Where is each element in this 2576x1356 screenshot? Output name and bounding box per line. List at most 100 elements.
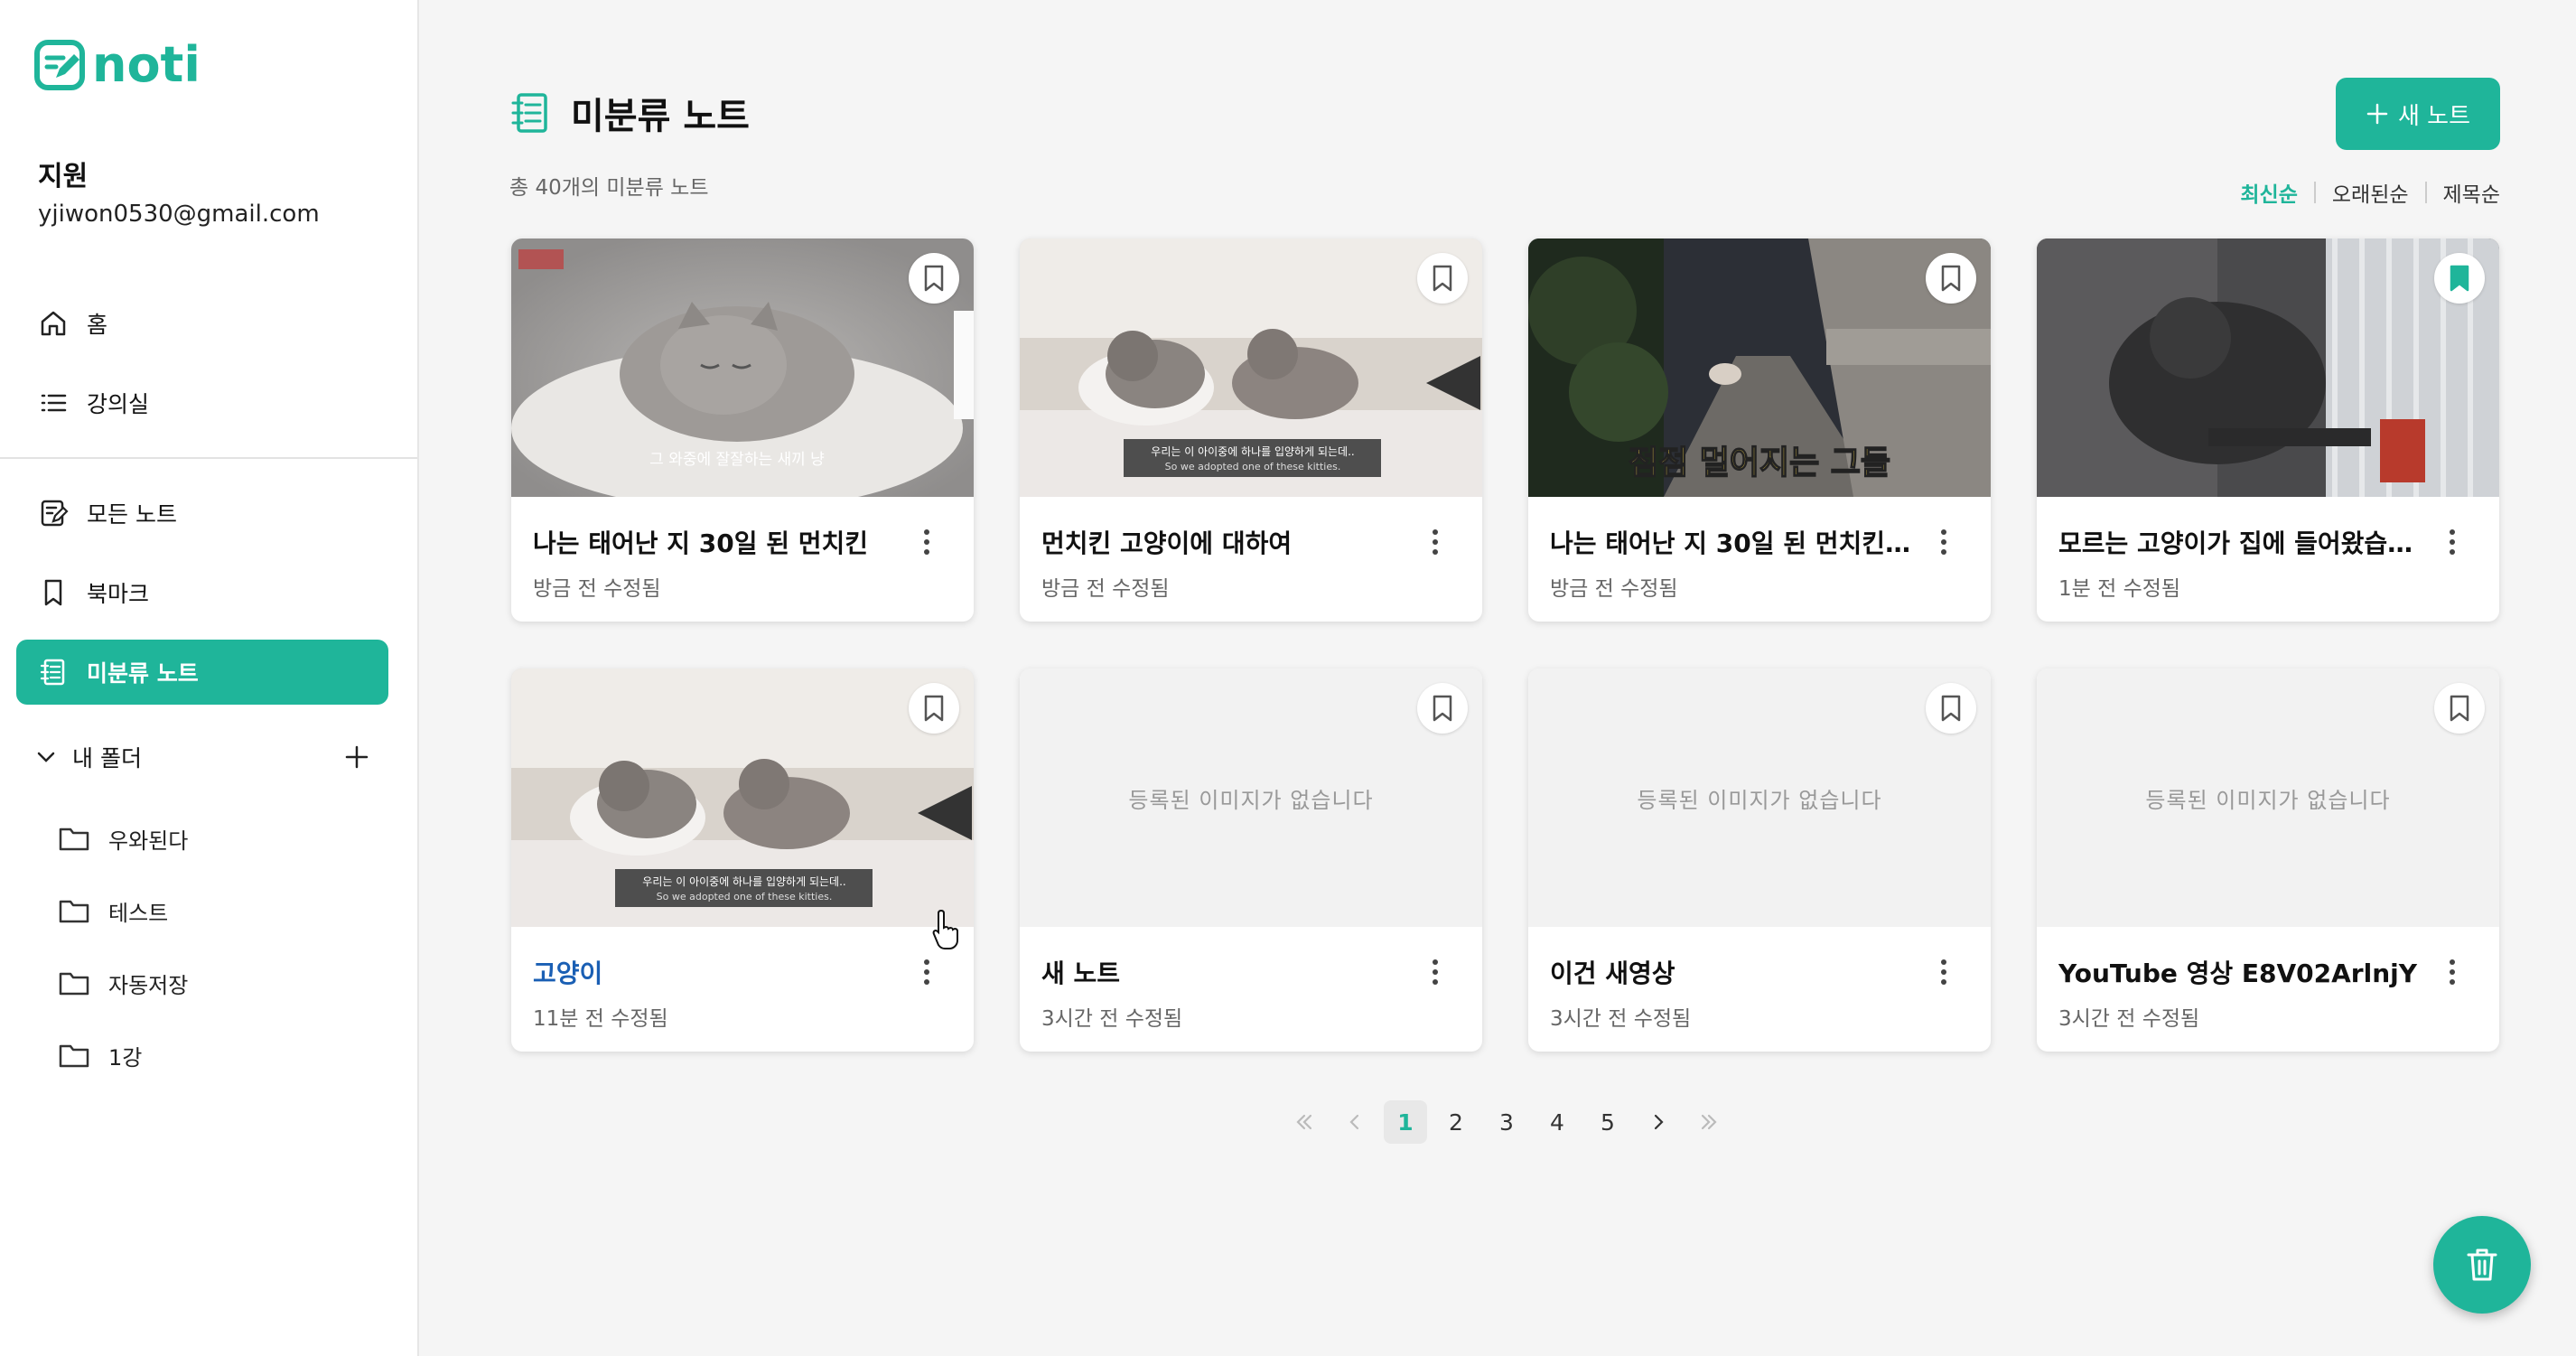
bookmark-icon [1941, 695, 1961, 722]
note-card[interactable]: 우리는 이 아이중에 하나를 입양하게 되는데.. So we adopted … [1020, 238, 1482, 622]
thumb-caption: 우리는 이 아이중에 하나를 입양하게 되는데.. [1151, 445, 1354, 458]
next-page-button[interactable] [1637, 1100, 1680, 1144]
folder-item[interactable]: 1강 [58, 1030, 142, 1080]
note-card[interactable]: 등록된 이미지가 없습니다 YouTube 영상 E8V02ArlnjY 3시간… [2037, 669, 2499, 1052]
folder-label: 우와된다 [108, 828, 189, 854]
bookmark-icon [924, 265, 944, 292]
app-logo[interactable]: noti [34, 40, 201, 90]
bookmark-button[interactable] [909, 683, 959, 734]
page-button[interactable]: 5 [1586, 1100, 1629, 1144]
two-kittens-image: 우리는 이 아이중에 하나를 입양하게 되는데.. So we adopted … [1020, 238, 1482, 497]
bookmark-button[interactable] [2434, 683, 2485, 734]
note-modified-time: 3시간 전 수정됨 [1041, 1007, 1183, 1031]
folder-icon [59, 900, 89, 923]
prev-page-button[interactable] [1333, 1100, 1377, 1144]
nav-bookmarks[interactable]: 북마크 [16, 560, 388, 625]
more-vertical-icon[interactable] [916, 524, 938, 560]
thumb-caption: 점점 멀어지는 그들 [1629, 444, 1890, 482]
note-card[interactable]: 모르는 고양이가 집에 들어왔습니다 1분 전 수정됨 [2037, 238, 2499, 622]
more-vertical-icon[interactable] [1424, 954, 1446, 990]
folder-label: 자동저장 [108, 972, 189, 998]
note-card[interactable]: 등록된 이미지가 없습니다 새 노트 3시간 전 수정됨 [1020, 669, 1482, 1052]
folder-item[interactable]: 테스트 [58, 885, 168, 936]
page-button[interactable]: 1 [1384, 1100, 1427, 1144]
note-thumbnail-empty: 등록된 이미지가 없습니다 [1528, 669, 1991, 927]
note-thumbnail: 그 와중에 잘잘하는 새끼 냥 [511, 238, 974, 497]
two-kittens-image: 우리는 이 아이중에 하나를 입양하게 되는데.. So we adopted … [511, 669, 974, 927]
note-modified-time: 방금 전 수정됨 [533, 577, 661, 601]
note-card[interactable]: 그 와중에 잘잘하는 새끼 냥 나는 태어난 지 30일 된 먼치킨 방금 전 … [511, 238, 974, 622]
night-street-image: 점점 멀어지는 그들 [1528, 238, 1991, 497]
bookmark-button[interactable] [1926, 253, 1976, 304]
folder-item[interactable]: 자동저장 [58, 958, 188, 1008]
nav-unsorted[interactable]: 미분류 노트 [16, 640, 388, 705]
page-header: 미분류 노트 [509, 87, 750, 139]
sort-title[interactable]: 제목순 [2443, 177, 2500, 208]
new-note-button[interactable]: 새 노트 [2336, 78, 2500, 150]
note-title[interactable]: 나는 태어난 지 30일 된 먼치킨 새… [1550, 524, 1911, 560]
note-thumbnail: 우리는 이 아이중에 하나를 입양하게 되는데.. So we adopted … [511, 669, 974, 927]
bookmark-button[interactable] [909, 253, 959, 304]
bookmark-filled-icon [2450, 265, 2469, 292]
add-folder-plus-icon[interactable] [343, 743, 370, 771]
sidebar: noti 지원 yjiwon0530@gmail.com 홈 강의실 모든 노트… [0, 0, 419, 1356]
note-modified-time: 방금 전 수정됨 [1550, 577, 1678, 601]
chevrons-right-icon [1701, 1114, 1717, 1130]
more-vertical-icon[interactable] [2441, 954, 2463, 990]
more-vertical-icon[interactable] [1933, 954, 1955, 990]
bookmark-icon [44, 579, 62, 606]
trash-button[interactable] [2433, 1216, 2531, 1314]
note-title[interactable]: 나는 태어난 지 30일 된 먼치킨 [533, 524, 894, 560]
note-modified-time: 3시간 전 수정됨 [2058, 1007, 2200, 1031]
bookmark-icon [2450, 695, 2469, 722]
note-card[interactable]: 우리는 이 아이중에 하나를 입양하게 되는데.. So we adopted … [511, 669, 974, 1052]
thumb-caption: So we adopted one of these kitties. [657, 891, 833, 902]
list-icon [41, 394, 67, 412]
cat-indoor-image [2037, 238, 2499, 497]
more-vertical-icon[interactable] [1424, 524, 1446, 560]
page-button[interactable]: 3 [1485, 1100, 1528, 1144]
note-title[interactable]: 새 노트 [1041, 954, 1403, 990]
my-folders-header[interactable]: 내 폴더 [34, 732, 370, 782]
nav-home-label: 홈 [87, 312, 108, 338]
last-page-button[interactable] [1687, 1100, 1731, 1144]
page-button[interactable]: 4 [1535, 1100, 1579, 1144]
new-note-label: 새 노트 [2397, 102, 2471, 130]
nav-classroom[interactable]: 강의실 [16, 370, 388, 435]
bookmark-button[interactable] [1417, 683, 1468, 734]
nav-all-notes[interactable]: 모든 노트 [16, 481, 388, 546]
sort-oldest[interactable]: 오래된순 [2332, 177, 2409, 208]
more-vertical-icon[interactable] [1933, 524, 1955, 560]
sort-newest[interactable]: 최신순 [2240, 177, 2297, 208]
note-title[interactable]: YouTube 영상 E8V02ArlnjY [2058, 954, 2420, 990]
note-title[interactable]: 고양이 [533, 954, 894, 990]
bookmark-button[interactable] [1926, 683, 1976, 734]
note-edit-icon [41, 500, 69, 527]
user-name: 지원 [38, 161, 89, 192]
note-thumbnail [2037, 238, 2499, 497]
more-vertical-icon[interactable] [916, 954, 938, 990]
note-modified-time: 1분 전 수정됨 [2058, 577, 2181, 601]
chevron-down-icon [37, 752, 55, 762]
chevrons-left-icon [1296, 1114, 1312, 1130]
kitten-sleeping-image: 그 와중에 잘잘하는 새끼 냥 [511, 238, 974, 497]
notebook-icon [40, 659, 65, 686]
nav-unsorted-label: 미분류 노트 [87, 660, 199, 687]
note-card[interactable]: 등록된 이미지가 없습니다 이건 새영상 3시간 전 수정됨 [1528, 669, 1991, 1052]
folder-item[interactable]: 우와된다 [58, 813, 188, 864]
note-title[interactable]: 먼치킨 고양이에 대하여 [1041, 524, 1403, 560]
note-thumbnail: 점점 멀어지는 그들 [1528, 238, 1991, 497]
note-title[interactable]: 모르는 고양이가 집에 들어왔습니다 [2058, 524, 2420, 560]
bookmark-button[interactable] [2434, 253, 2485, 304]
note-title[interactable]: 이건 새영상 [1550, 954, 1911, 990]
bookmark-button[interactable] [1417, 253, 1468, 304]
hand-cursor-icon [932, 909, 958, 949]
user-email: yjiwon0530@gmail.com [38, 201, 320, 228]
note-modified-time: 11분 전 수정됨 [533, 1007, 668, 1031]
bookmark-icon [924, 695, 944, 722]
nav-home[interactable]: 홈 [16, 291, 388, 356]
first-page-button[interactable] [1283, 1100, 1326, 1144]
more-vertical-icon[interactable] [2441, 524, 2463, 560]
note-card[interactable]: 점점 멀어지는 그들 나는 태어난 지 30일 된 먼치킨 새… 방금 전 수정… [1528, 238, 1991, 622]
page-button[interactable]: 2 [1434, 1100, 1478, 1144]
